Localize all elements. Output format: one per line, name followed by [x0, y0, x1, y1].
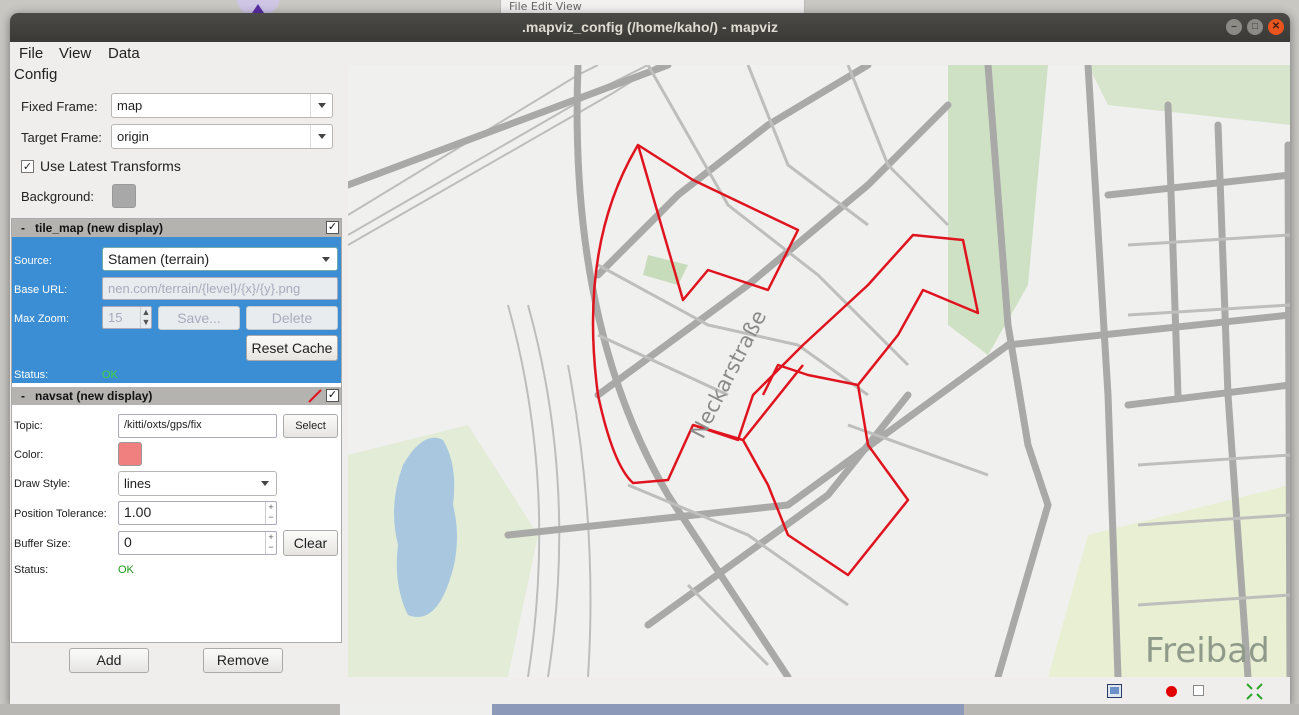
minimize-button[interactable]: –	[1226, 19, 1242, 35]
buffer-size-label: Buffer Size:	[14, 538, 71, 550]
add-display-button[interactable]: Add	[69, 648, 149, 673]
spin-arrows-icon[interactable]: + −	[265, 502, 276, 524]
target-frame-combo[interactable]: origin	[111, 124, 333, 149]
background-window-remnant	[340, 704, 492, 715]
chevron-down-icon	[254, 472, 276, 495]
chevron-down-icon	[310, 125, 332, 148]
position-tolerance-label: Position Tolerance:	[14, 508, 107, 520]
tile-map-status-label: Status:	[14, 369, 49, 381]
navsat-status-label: Status:	[14, 564, 49, 576]
spin-arrows-icon[interactable]: + −	[265, 532, 276, 554]
base-url-field[interactable]: nen.com/terrain/{level}/{x}/{y}.png	[102, 277, 338, 300]
draw-style-value: lines	[124, 476, 151, 491]
source-label: Source:	[14, 255, 52, 267]
draw-style-label: Draw Style:	[14, 478, 71, 490]
use-latest-label: Use Latest Transforms	[40, 158, 181, 174]
collapse-icon[interactable]: -	[21, 387, 25, 405]
target-frame-value: origin	[117, 129, 149, 144]
navsat-enable-checkbox[interactable]: ✓	[326, 389, 339, 402]
position-tolerance-value: 1.00	[124, 504, 152, 520]
topic-label: Topic:	[14, 420, 43, 432]
config-panel: Config Fixed Frame: map Target Frame: or…	[10, 65, 348, 677]
background-window-remnant-2	[492, 704, 964, 715]
fixed-frame-value: map	[117, 98, 143, 113]
stop-icon[interactable]	[1193, 685, 1205, 697]
position-tolerance-spinbox[interactable]: 1.00 + −	[118, 501, 277, 525]
fixed-frame-label: Fixed Frame:	[21, 99, 98, 114]
place-label: Freibad	[1145, 631, 1270, 671]
close-button[interactable]: ✕	[1268, 19, 1284, 35]
navsat-title: navsat (new display)	[35, 389, 153, 403]
max-zoom-value: 15	[108, 310, 123, 325]
background-color-button[interactable]	[112, 184, 136, 208]
background-label: Background:	[21, 189, 94, 204]
max-zoom-spinbox[interactable]: 15 ▲ ▼	[102, 306, 152, 329]
tile-map-header[interactable]: - tile_map (new display) ✓	[12, 219, 341, 237]
reset-cache-button[interactable]: Reset Cache	[246, 335, 338, 361]
save-button[interactable]: Save...	[158, 306, 240, 330]
source-combo[interactable]: Stamen (terrain)	[102, 247, 338, 271]
title-bar[interactable]: .mapviz_config (/home/kaho/) - mapviz – □…	[10, 13, 1290, 42]
collapse-icon[interactable]: -	[21, 219, 25, 237]
tile-map-title: tile_map (new display)	[35, 221, 164, 235]
draw-style-combo[interactable]: lines	[118, 471, 277, 496]
window-title: .mapviz_config (/home/kaho/) - mapviz	[522, 19, 778, 35]
color-label: Color:	[14, 449, 44, 461]
map-tiles: Neckarstraße Freibad	[348, 65, 1290, 677]
clear-button[interactable]: Clear	[283, 530, 338, 556]
line-style-icon	[308, 389, 322, 403]
menu-view[interactable]: View	[59, 45, 91, 62]
background-app-icon	[237, 0, 279, 14]
screenshot-icon[interactable]	[1107, 684, 1122, 698]
select-topic-button[interactable]: Select	[283, 414, 338, 438]
tile-map-config: Source: Stamen (terrain) Base URL: nen.c…	[12, 237, 341, 383]
topic-field[interactable]: /kitti/oxts/gps/fix	[118, 414, 277, 438]
status-bar	[10, 677, 1290, 705]
spin-arrows-icon[interactable]: ▲ ▼	[140, 307, 151, 328]
chevron-down-icon	[315, 248, 337, 271]
target-frame-label: Target Frame:	[21, 130, 102, 145]
fixed-frame-combo[interactable]: map	[111, 93, 333, 118]
menu-data[interactable]: Data	[108, 45, 140, 62]
buffer-size-spinbox[interactable]: 0 + −	[118, 531, 277, 555]
max-zoom-label: Max Zoom:	[14, 313, 70, 325]
background-desktop-strip	[0, 704, 1299, 715]
source-value: Stamen (terrain)	[108, 251, 210, 267]
track-color-button[interactable]	[118, 442, 142, 466]
use-latest-checkbox[interactable]: ✓	[21, 160, 34, 173]
config-heading: Config	[14, 66, 58, 83]
chevron-down-icon	[310, 94, 332, 117]
mapviz-window: .mapviz_config (/home/kaho/) - mapviz – □…	[10, 13, 1290, 705]
displays-list: - tile_map (new display) ✓ Source: Stame…	[11, 218, 342, 643]
record-icon[interactable]	[1165, 685, 1178, 698]
maximize-button[interactable]: □	[1247, 19, 1263, 35]
menu-file[interactable]: File	[19, 45, 43, 62]
base-url-label: Base URL:	[14, 284, 68, 296]
remove-display-button[interactable]: Remove	[203, 648, 283, 673]
navsat-header[interactable]: - navsat (new display) ✓	[12, 387, 341, 405]
buffer-size-value: 0	[124, 534, 132, 550]
tile-map-status-value: OK	[102, 369, 118, 381]
tile-map-enable-checkbox[interactable]: ✓	[326, 221, 339, 234]
navsat-status-value: OK	[118, 564, 134, 576]
map-canvas[interactable]: Neckarstraße Freibad	[348, 65, 1290, 677]
delete-button[interactable]: Delete	[246, 306, 338, 330]
background-window-strip: File Edit View	[500, 0, 805, 14]
menu-bar: File View Data	[10, 42, 1290, 65]
fit-view-icon[interactable]	[1246, 683, 1263, 700]
